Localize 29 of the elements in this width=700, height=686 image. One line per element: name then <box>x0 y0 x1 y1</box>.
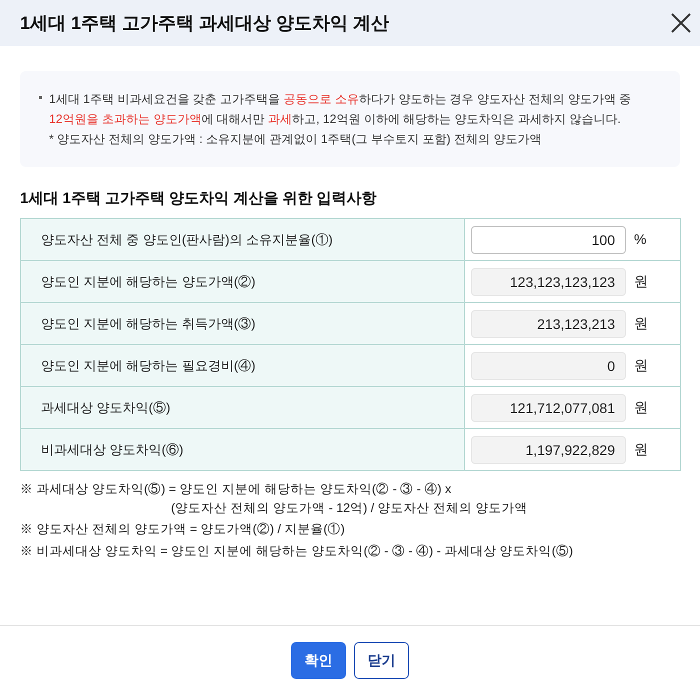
formula-note: ※ 비과세대상 양도차익 = 양도인 지분에 해당하는 양도차익(② - ③ - ④) - 과세대상 양도차익(⑤) <box>20 543 574 560</box>
notice-text: 1세대 1주택 비과세요건을 갖춘 고가주택을 공동으로 소유하다가 양도하는 경우 양도자산 전체의 양도가액 중 12억원을 초과하는 양도가액에 대해서만 과세하고, 12억원 이하에 해당하는 양도차익은 과세하지 않습니다. <box>49 91 632 128</box>
readonly-field[interactable]: 1,197,922,829 <box>471 436 626 464</box>
readonly-field[interactable]: 213,123,213 <box>471 310 626 338</box>
confirm-button[interactable]: 확인 <box>291 642 346 679</box>
input-field[interactable]: 100 <box>471 226 626 254</box>
formula-note: ※ 과세대상 양도차익(⑤) = 양도인 지분에 해당하는 양도차익(② - ③ - ④) x (양도자산 전체의 양도가액 - 12억) / 양도자산 전체의 양도가액 <box>20 481 529 517</box>
dialog-title: 1세대 1주택 고가주택 과세대상 양도차익 계산 <box>20 12 390 35</box>
readonly-field[interactable]: 123,123,123,123 <box>471 268 626 296</box>
bullet-icon <box>39 96 42 99</box>
unit-label: 원 <box>634 398 648 417</box>
unit-label: 원 <box>634 356 648 375</box>
footnote-text: * 양도자산 전체의 양도가액 : 소유지분에 관계없이 1주택(그 부수토지 포함) 전체의 양도가액 <box>49 131 542 148</box>
unit-label: 원 <box>634 440 648 459</box>
row-label: 비과세대상 양도차익(⑥) <box>20 428 464 470</box>
close-icon <box>671 13 691 33</box>
unit-label: 원 <box>634 272 648 291</box>
section-title: 1세대 1주택 고가주택 양도차익 계산을 위한 입력사항 <box>20 189 378 209</box>
row-label: 양도인 지분에 해당하는 양도가액(②) <box>20 260 464 302</box>
close-dialog-button[interactable]: 닫기 <box>354 642 409 679</box>
row-label: 양도인 지분에 해당하는 필요경비(④) <box>20 344 464 386</box>
formula-note: ※ 양도자산 전체의 양도가액 = 양도가액(②) / 지분율(①) <box>20 521 346 538</box>
readonly-field[interactable]: 121,712,077,081 <box>471 394 626 422</box>
readonly-field[interactable]: 0 <box>471 352 626 380</box>
row-label: 과세대상 양도차익(⑤) <box>20 386 464 428</box>
row-label: 양도자산 전체 중 양도인(판사람)의 소유지분율(①) <box>20 218 464 260</box>
row-label: 양도인 지분에 해당하는 취득가액(③) <box>20 302 464 344</box>
unit-label: % <box>634 230 646 249</box>
unit-label: 원 <box>634 314 648 333</box>
